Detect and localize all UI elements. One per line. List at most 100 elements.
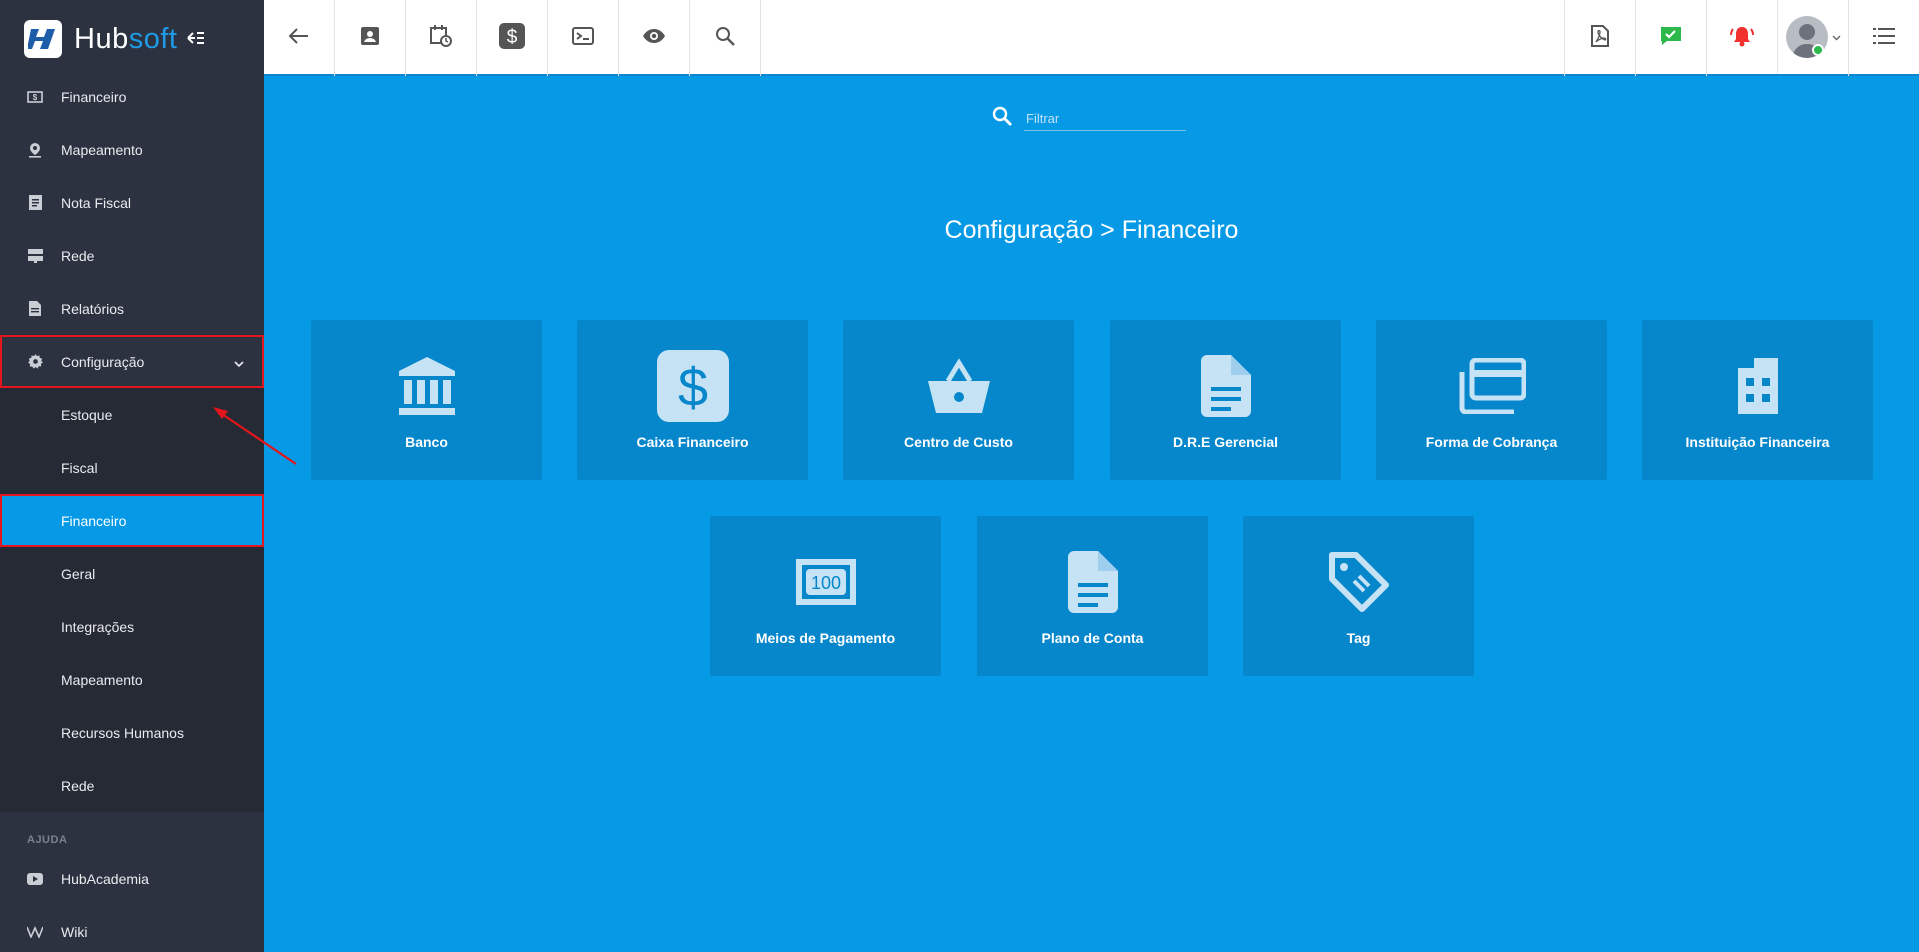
svg-text:$: $ <box>507 27 518 48</box>
card-banco[interactable]: Banco <box>311 320 542 480</box>
card-plano-de-conta[interactable]: Plano de Conta <box>977 516 1208 676</box>
report-icon <box>27 301 43 317</box>
filter-input[interactable] <box>1024 106 1186 131</box>
brand: Hubsoft <box>0 0 264 78</box>
card-label: Plano de Conta <box>1041 630 1144 646</box>
card-centro-de-custo[interactable]: Centro de Custo <box>843 320 1074 480</box>
card-caixa-financeiro[interactable]: $ Caixa Financeiro <box>577 320 808 480</box>
card-label: Meios de Pagamento <box>755 630 896 646</box>
map-pin-icon <box>27 142 43 158</box>
sidebar-item-label: Relatórios <box>61 300 125 317</box>
cash-dollar-icon: $ <box>656 350 729 422</box>
submenu-item-label: Financeiro <box>61 512 127 529</box>
bell-icon <box>1730 25 1754 52</box>
main-content: Configuração > Financeiro Banco $ Caixa … <box>264 76 1919 952</box>
card-meios-de-pagamento[interactable]: 100 Meios de Pagamento <box>710 516 941 676</box>
pdf-icon <box>1591 24 1609 52</box>
search-icon <box>992 106 1012 131</box>
sidebar-item-relatorios[interactable]: Relatórios <box>0 282 264 335</box>
sidebar-item-label: Rede <box>61 247 95 264</box>
sidebar-item-label: HubAcademia <box>61 870 149 887</box>
avatar <box>1785 16 1828 58</box>
hubsoft-logo-icon[interactable] <box>24 20 62 58</box>
card-tag[interactable]: Tag <box>1243 516 1474 676</box>
sidebar-item-hubacademia[interactable]: HubAcademia <box>0 852 264 905</box>
sidebar-item-label: Mapeamento <box>61 141 143 158</box>
notifications-button[interactable] <box>1706 0 1777 76</box>
help-section-header: AJUDA <box>27 834 68 846</box>
back-button[interactable] <box>264 0 335 76</box>
submenu-item-label: Estoque <box>61 406 113 423</box>
page-title: Configuração > Financeiro <box>944 216 1239 244</box>
sidebar-item-configuracao[interactable]: Configuração <box>0 335 264 388</box>
schedule-button[interactable] <box>406 0 477 76</box>
tag-icon <box>1328 548 1390 616</box>
card-instituicao-financeira[interactable]: Instituição Financeira <box>1642 320 1873 480</box>
card-label: Instituição Financeira <box>1685 434 1830 450</box>
svg-text:100: 100 <box>810 573 840 593</box>
card-label: Tag <box>1346 630 1371 646</box>
submenu-item-mapeamento[interactable]: Mapeamento <box>0 653 264 706</box>
brand-name-accent: soft <box>128 22 178 55</box>
sidebar-menu: $ Financeiro Mapeamento Nota Fiscal Rede… <box>0 70 264 952</box>
wikipedia-icon <box>27 924 43 940</box>
submenu-item-integracoes[interactable]: Integrações <box>0 600 264 653</box>
terminal-button[interactable] <box>548 0 619 76</box>
financial-button[interactable]: $ <box>477 0 548 76</box>
pdf-button[interactable] <box>1564 0 1635 76</box>
menu-list-icon <box>1873 27 1895 50</box>
sidebar-item-mapeamento[interactable]: Mapeamento <box>0 123 264 176</box>
clients-button[interactable] <box>335 0 406 76</box>
submenu-item-label: Rede <box>61 777 95 794</box>
submenu-item-label: Fiscal <box>61 459 98 476</box>
sidebar-item-nota-fiscal[interactable]: Nota Fiscal <box>0 176 264 229</box>
filter-bar <box>992 106 1186 131</box>
chat-check-icon <box>1660 26 1682 51</box>
view-button[interactable] <box>619 0 690 76</box>
card-label: D.R.E Gerencial <box>1172 434 1279 450</box>
online-status-dot <box>1811 44 1824 56</box>
card-label: Forma de Cobrança <box>1425 434 1558 450</box>
contact-card-icon <box>361 26 379 50</box>
sidebar-item-financeiro[interactable]: $ Financeiro <box>0 70 264 123</box>
svg-text:$: $ <box>33 93 38 102</box>
user-menu[interactable] <box>1777 0 1848 74</box>
bank-icon <box>397 352 457 420</box>
topbar-right <box>1564 0 1919 76</box>
menu-button[interactable] <box>1848 0 1919 76</box>
sidebar-item-label: Financeiro <box>61 88 127 105</box>
card-label: Centro de Custo <box>904 434 1013 450</box>
document-icon <box>1200 352 1251 420</box>
chevron-down-icon <box>234 354 244 370</box>
submenu-item-rede[interactable]: Rede <box>0 759 264 812</box>
money-icon: $ <box>27 89 43 105</box>
chevron-down-icon <box>1832 28 1841 46</box>
chat-button[interactable] <box>1635 0 1706 76</box>
sidebar-item-label: Configuração <box>61 353 145 370</box>
sidebar-item-wiki[interactable]: Wiki <box>0 905 264 952</box>
eye-icon <box>642 28 666 49</box>
calendar-clock-icon <box>430 24 452 52</box>
submenu-item-label: Geral <box>61 565 96 582</box>
card-dre-gerencial[interactable]: D.R.E Gerencial <box>1110 320 1341 480</box>
collapse-sidebar-icon[interactable] <box>187 28 205 51</box>
submenu-item-label: Mapeamento <box>61 671 143 688</box>
card-label: Caixa Financeiro <box>636 434 749 450</box>
submenu-item-geral[interactable]: Geral <box>0 547 264 600</box>
card-forma-de-cobranca[interactable]: Forma de Cobrança <box>1376 320 1607 480</box>
submenu-item-recursos-humanos[interactable]: Recursos Humanos <box>0 706 264 759</box>
search-button[interactable] <box>690 0 761 76</box>
sidebar-item-label: Nota Fiscal <box>61 194 132 211</box>
sidebar-item-label: Wiki <box>61 923 88 940</box>
sidebar-item-rede[interactable]: Rede <box>0 229 264 282</box>
submenu-item-label: Integrações <box>61 618 135 635</box>
submenu-item-financeiro[interactable]: Financeiro <box>0 494 264 547</box>
youtube-icon <box>27 871 43 887</box>
svg-text:$: $ <box>677 358 707 418</box>
receipt-icon <box>27 195 43 211</box>
brand-name: Hubsoft <box>74 23 177 56</box>
back-arrow-icon <box>288 27 309 49</box>
basket-icon <box>926 352 992 420</box>
dollar-icon: $ <box>499 22 525 54</box>
document-icon <box>1067 548 1118 616</box>
